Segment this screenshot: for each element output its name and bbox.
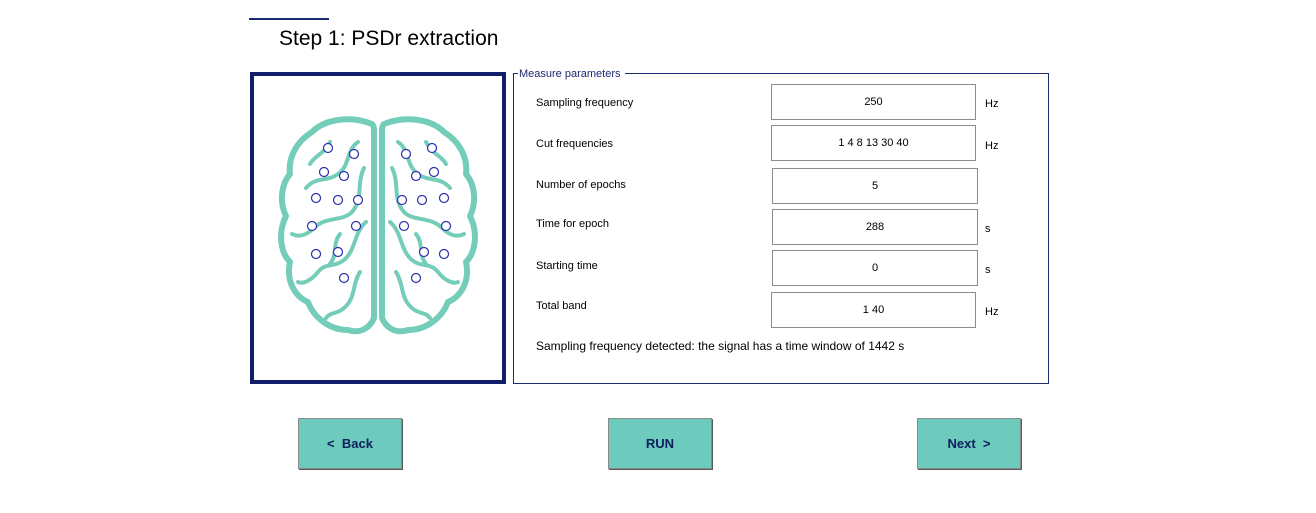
sampling-frequency-field[interactable]: 250 <box>771 84 976 120</box>
total-band-unit: Hz <box>985 306 999 318</box>
sampling-frequency-unit: Hz <box>985 98 999 110</box>
sampling-frequency-label: Sampling frequency <box>536 97 634 109</box>
run-button[interactable]: RUN <box>608 418 712 469</box>
time-for-epoch-field[interactable]: 288 <box>772 209 978 245</box>
time-for-epoch-label: Time for epoch <box>536 218 609 230</box>
starting-time-field[interactable]: 0 <box>772 250 978 286</box>
number-of-epochs-label: Number of epochs <box>536 179 626 191</box>
next-button[interactable]: Next > <box>917 418 1021 469</box>
cut-frequencies-unit: Hz <box>985 140 999 152</box>
page-title: Step 1: PSDr extraction <box>279 27 499 50</box>
starting-time-label: Starting time <box>536 260 598 272</box>
group-legend: Measure parameters <box>518 68 625 80</box>
measure-parameters-group: Measure parameters Sampling frequency 25… <box>513 68 1049 384</box>
back-button[interactable]: < Back <box>298 418 402 469</box>
cut-frequencies-field[interactable]: 1 4 8 13 30 40 <box>771 125 976 161</box>
status-message: Sampling frequency detected: the signal … <box>536 339 905 353</box>
total-band-field[interactable]: 1 40 <box>771 292 976 328</box>
title-underline <box>249 18 329 20</box>
brain-eeg-electrodes-icon <box>278 116 478 335</box>
cut-frequencies-label: Cut frequencies <box>536 138 614 150</box>
brain-image-panel <box>250 72 506 384</box>
number-of-epochs-field[interactable]: 5 <box>772 168 978 204</box>
time-for-epoch-unit: s <box>985 223 991 235</box>
starting-time-unit: s <box>985 264 991 276</box>
total-band-label: Total band <box>536 300 587 312</box>
